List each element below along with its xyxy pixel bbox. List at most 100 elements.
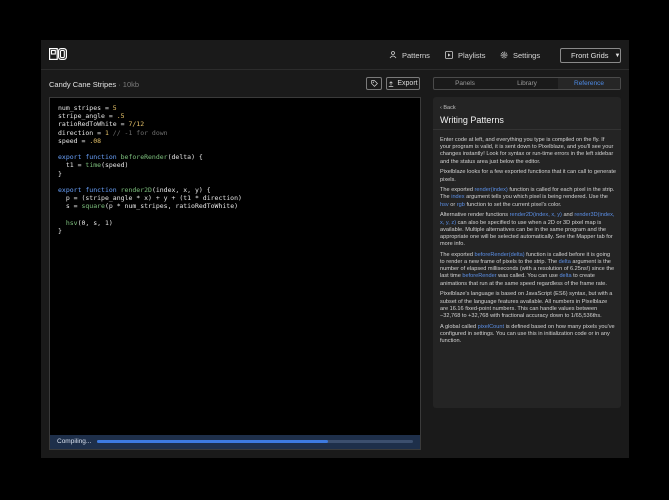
code-token: speed = <box>58 136 90 145</box>
code-token: 7/12 <box>128 120 145 129</box>
code-token: .08 <box>89 136 102 145</box>
code-reference: beforeRender(delta) <box>474 251 525 258</box>
export-icon <box>389 80 394 87</box>
code-reference: delta <box>558 259 571 266</box>
panel-title: Writing Patterns <box>440 115 504 125</box>
tab-panels[interactable]: Panels <box>434 78 496 89</box>
code-line: direction = 1 // -1 for down <box>58 129 242 137</box>
patterns-icon <box>389 51 397 59</box>
code-token: (speed) <box>101 161 129 170</box>
code-token: (0, s, 1) <box>77 218 113 227</box>
code-line: } <box>58 227 242 235</box>
reference-text-run: function to set the current pixel's colo… <box>464 201 562 208</box>
code-reference: rgb <box>456 201 465 208</box>
progress-fill <box>97 440 328 443</box>
code-line: num_stripes = 5 <box>58 104 242 112</box>
reference-text: Enter code at left, and everything you t… <box>440 137 616 349</box>
pixelblaze-logo[interactable] <box>49 48 67 60</box>
reference-paragraph: The exported beforeRender(delta) functio… <box>440 252 616 288</box>
reference-text-run: Pixelblaze's language is based on JavaSc… <box>440 291 613 319</box>
reference-panel: ‹ Back Writing Patterns Enter code at le… <box>433 97 621 408</box>
reference-paragraph: Alternative render functions render2D(in… <box>440 212 616 248</box>
nav-settings-label: Settings <box>513 50 541 60</box>
status-bar: Compiling... <box>50 435 420 449</box>
code-token: square <box>81 202 105 211</box>
tag-button[interactable] <box>366 77 382 90</box>
reference-text-run: or <box>448 201 457 208</box>
reference-text-run: Pixelblaze looks for a few exported func… <box>440 169 616 183</box>
code-token: direction = <box>58 128 105 137</box>
code-token: (delta) { <box>167 153 203 162</box>
code-reference: hsv <box>440 201 449 208</box>
code-token: } <box>58 169 62 178</box>
reference-text-run: Enter code at left, and everything you t… <box>440 137 614 165</box>
reference-text-run: argument tells you which pixel is being … <box>464 194 608 201</box>
nav-patterns[interactable]: Patterns <box>389 49 430 61</box>
code-token: // -1 for down <box>108 128 168 137</box>
code-token: (index, x, y) { <box>151 185 211 194</box>
code-token: time <box>85 161 102 170</box>
code-token: hsv <box>65 218 78 227</box>
nav-playlists[interactable]: Playlists <box>445 49 486 61</box>
code-line: export function beforeRender(delta) { <box>58 153 242 161</box>
back-link[interactable]: ‹ Back <box>440 105 456 111</box>
device-select[interactable]: Front Grids ▼ <box>560 48 621 63</box>
reference-text-run: can also be specified to use when a 2D o… <box>440 219 613 248</box>
code-token: t1 = <box>58 161 86 170</box>
code-token: ratioRedToWhite = <box>58 120 129 129</box>
code-line: export function render2D(index, x, y) { <box>58 186 242 194</box>
code-token: (p * num_stripes, ratioRedToWhite) <box>104 202 239 211</box>
caret-down-icon: ▼ <box>614 52 621 59</box>
nav-playlists-label: Playlists <box>458 50 486 60</box>
nav-settings[interactable]: Settings <box>500 49 540 61</box>
code-reference: beforeRender <box>462 273 497 280</box>
code-token: beforeRender <box>120 153 168 162</box>
reference-text-run: The exported <box>440 187 475 194</box>
tab-library[interactable]: Library <box>496 78 558 89</box>
reference-paragraph: Pixelblaze's language is based on JavaSc… <box>440 291 616 320</box>
code-token: stripe_angle = <box>58 112 117 121</box>
pattern-size: · 10kb <box>118 80 140 89</box>
code-token: export function <box>58 185 121 194</box>
code-line: stripe_angle = .5 <box>58 112 242 120</box>
code-reference: pixelCount <box>477 323 505 330</box>
pattern-title: Candy Cane Stripes · 10kb <box>49 80 139 89</box>
code-reference: index <box>451 194 465 201</box>
code-editor[interactable]: num_stripes = 5 stripe_angle = .5 ratioRed… <box>49 97 421 450</box>
progress-track <box>97 440 413 443</box>
code-token: } <box>58 226 62 235</box>
reference-text-run: A global called <box>440 323 478 330</box>
export-button[interactable]: Export <box>386 77 420 90</box>
code-token: export function <box>58 153 121 162</box>
sidebar-tabs: Panels Library Reference <box>433 77 621 90</box>
code-token: num_stripes = <box>58 104 113 112</box>
status-label: Compiling... <box>57 438 92 445</box>
tab-reference[interactable]: Reference <box>558 78 620 89</box>
code-text[interactable]: num_stripes = 5 stripe_angle = .5 ratioRed… <box>58 104 242 235</box>
code-reference: render(index) <box>474 187 508 194</box>
code-line: } <box>58 170 242 178</box>
playlist-icon <box>445 51 453 59</box>
back-label: Back <box>443 105 456 111</box>
reference-text-run: The exported <box>440 251 475 258</box>
code-line: hsv(0, s, 1) <box>58 219 242 227</box>
export-label: Export <box>397 80 418 87</box>
code-line: ratioRedToWhite = 7/12 <box>58 120 242 128</box>
reference-paragraph: Enter code at left, and everything you t… <box>440 137 616 166</box>
code-token: .5 <box>116 112 125 121</box>
device-select-value: Front Grids <box>571 51 609 60</box>
tag-icon <box>370 80 378 87</box>
reference-text-run: and <box>561 212 575 219</box>
code-reference: delta <box>559 273 572 280</box>
code-token: 5 <box>112 104 117 112</box>
reference-paragraph: A global called pixelCount is defined ba… <box>440 324 616 346</box>
divider <box>433 129 621 130</box>
code-line: p = (stripe_angle * x) + y + (t1 * direc… <box>58 194 242 202</box>
code-token: render2D <box>120 185 152 194</box>
reference-paragraph: The exported render(index) function is c… <box>440 187 616 209</box>
code-line: s = square(p * num_stripes, ratioRedToWh… <box>58 202 242 210</box>
